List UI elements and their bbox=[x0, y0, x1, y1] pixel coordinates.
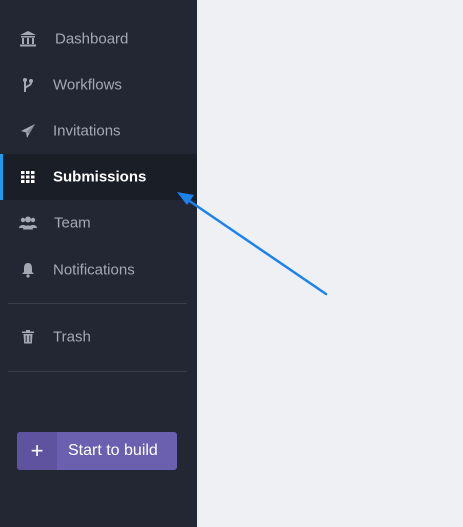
sidebar-item-label: Notifications bbox=[53, 261, 135, 279]
sidebar-item-trash[interactable]: Trash bbox=[0, 314, 197, 360]
build-button-label: Start to build bbox=[68, 442, 158, 459]
sidebar-item-label: Trash bbox=[53, 328, 91, 346]
trash-icon bbox=[18, 328, 38, 346]
paper-plane-icon bbox=[18, 122, 38, 140]
sidebar-item-label: Dashboard bbox=[55, 30, 129, 48]
bell-icon bbox=[18, 261, 38, 279]
sidebar-item-label: Team bbox=[54, 214, 91, 232]
sidebar-item-notifications[interactable]: Notifications bbox=[0, 247, 197, 293]
sidebar-item-invitations[interactable]: Invitations bbox=[0, 108, 197, 154]
bank-icon bbox=[18, 30, 38, 48]
sidebar-item-dashboard[interactable]: Dashboard bbox=[0, 16, 197, 62]
sidebar-divider bbox=[8, 371, 187, 372]
grid-icon bbox=[18, 168, 38, 186]
branch-icon bbox=[18, 76, 38, 94]
users-icon bbox=[18, 214, 38, 232]
sidebar-item-team[interactable]: Team bbox=[0, 200, 197, 246]
sidebar-item-label: Workflows bbox=[53, 76, 122, 94]
sidebar: Dashboard Workflows Invitations Submissi… bbox=[0, 0, 197, 527]
sidebar-item-workflows[interactable]: Workflows bbox=[0, 62, 197, 108]
main-content bbox=[197, 0, 463, 527]
sidebar-divider bbox=[8, 303, 187, 304]
plus-icon: + bbox=[17, 432, 57, 470]
sidebar-item-label: Submissions bbox=[53, 168, 147, 186]
sidebar-item-label: Invitations bbox=[53, 122, 121, 140]
start-to-build-button[interactable]: + Start to build bbox=[17, 432, 177, 470]
sidebar-item-submissions[interactable]: Submissions bbox=[0, 154, 197, 200]
